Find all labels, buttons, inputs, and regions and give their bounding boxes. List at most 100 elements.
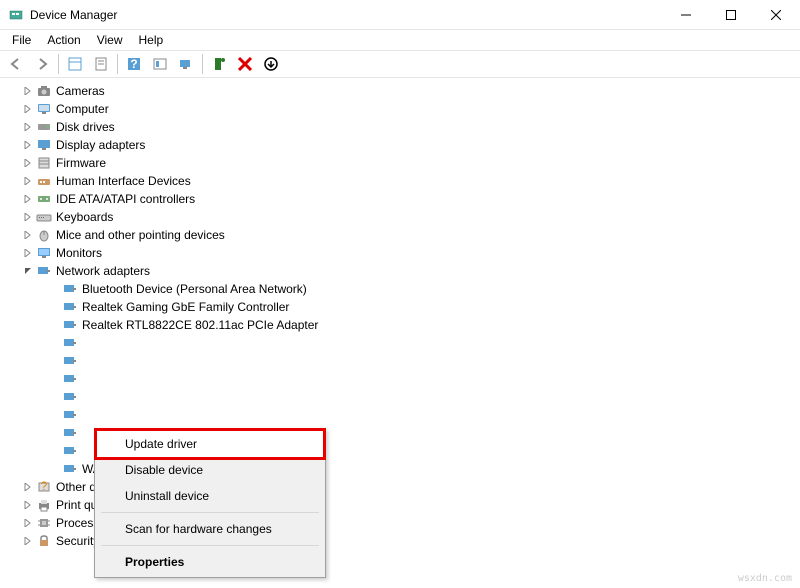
monitor-icon — [36, 245, 52, 261]
app-icon — [8, 7, 24, 23]
menu-file[interactable]: File — [4, 31, 39, 49]
expand-icon[interactable] — [22, 247, 34, 259]
expand-icon[interactable] — [22, 481, 34, 493]
expand-icon[interactable] — [22, 157, 34, 169]
expand-icon[interactable] — [22, 535, 34, 547]
tree-node[interactable] — [0, 352, 800, 370]
minimize-button[interactable] — [663, 0, 708, 29]
tree-node-label: Cameras — [56, 84, 105, 98]
tree-node[interactable] — [0, 334, 800, 352]
tree-node[interactable] — [0, 388, 800, 406]
tree-node[interactable]: Firmware — [0, 154, 800, 172]
tree-node[interactable]: Monitors — [0, 244, 800, 262]
tree-node[interactable]: Computer — [0, 100, 800, 118]
tree-node[interactable]: IDE ATA/ATAPI controllers — [0, 190, 800, 208]
title-bar: Device Manager — [0, 0, 800, 30]
maximize-button[interactable] — [708, 0, 753, 29]
toolbar: ? — [0, 50, 800, 78]
help-button[interactable]: ? — [122, 52, 146, 76]
expand-icon[interactable] — [22, 85, 34, 97]
expand-icon[interactable] — [22, 175, 34, 187]
tree-node[interactable]: Realtek RTL8822CE 802.11ac PCIe Adapter — [0, 316, 800, 334]
menu-view[interactable]: View — [89, 31, 131, 49]
menu-disable-device[interactable]: Disable device — [97, 457, 323, 483]
enable-button[interactable] — [207, 52, 231, 76]
expand-icon[interactable] — [22, 229, 34, 241]
expand-icon — [48, 301, 60, 313]
expand-icon — [48, 319, 60, 331]
expand-icon[interactable] — [22, 139, 34, 151]
tree-node-label: Human Interface Devices — [56, 174, 191, 188]
show-hide-tree-button[interactable] — [63, 52, 87, 76]
hid-icon — [36, 173, 52, 189]
expand-icon — [48, 445, 60, 457]
computer-icon — [36, 101, 52, 117]
tree-node[interactable]: Bluetooth Device (Personal Area Network) — [0, 280, 800, 298]
update-button[interactable] — [259, 52, 283, 76]
expand-icon — [48, 355, 60, 367]
tree-node-label: Display adapters — [56, 138, 145, 152]
display-icon — [36, 137, 52, 153]
menu-scan-hardware[interactable]: Scan for hardware changes — [97, 516, 323, 542]
toolbar-separator — [117, 54, 118, 74]
netadapter-icon — [62, 425, 78, 441]
svg-text:?: ? — [41, 479, 48, 493]
expand-icon — [48, 463, 60, 475]
menu-help[interactable]: Help — [131, 31, 172, 49]
expand-icon[interactable] — [22, 211, 34, 223]
expand-icon[interactable] — [22, 103, 34, 115]
close-button[interactable] — [753, 0, 798, 29]
printer-icon — [36, 497, 52, 513]
menu-action[interactable]: Action — [39, 31, 88, 49]
back-button[interactable] — [4, 52, 28, 76]
expand-icon[interactable] — [22, 121, 34, 133]
menu-update-driver[interactable]: Update driver — [97, 431, 323, 457]
expand-icon[interactable] — [22, 193, 34, 205]
menu-properties[interactable]: Properties — [97, 549, 323, 575]
tree-node[interactable]: Human Interface Devices — [0, 172, 800, 190]
svg-text:?: ? — [130, 57, 137, 71]
tree-node[interactable] — [0, 406, 800, 424]
tree-node-label: Network adapters — [56, 264, 150, 278]
window-title: Device Manager — [30, 8, 663, 22]
tree-node-label: Realtek Gaming GbE Family Controller — [82, 300, 289, 314]
tree-node[interactable] — [0, 370, 800, 388]
menu-uninstall-device[interactable]: Uninstall device — [97, 483, 323, 509]
tree-node[interactable]: Realtek Gaming GbE Family Controller — [0, 298, 800, 316]
tree-node[interactable]: Display adapters — [0, 136, 800, 154]
netadapter-icon — [62, 407, 78, 423]
properties-button[interactable] — [89, 52, 113, 76]
window-controls — [663, 0, 798, 29]
tree-node-label: Realtek RTL8822CE 802.11ac PCIe Adapter — [82, 318, 318, 332]
tree-node[interactable]: Cameras — [0, 82, 800, 100]
expand-icon[interactable] — [22, 517, 34, 529]
toolbar-separator — [58, 54, 59, 74]
network-icon — [36, 263, 52, 279]
context-menu: Update driver Disable device Uninstall d… — [94, 428, 326, 578]
uninstall-button[interactable] — [233, 52, 257, 76]
tree-node[interactable]: Disk drives — [0, 118, 800, 136]
expand-icon — [48, 283, 60, 295]
netadapter-icon — [62, 299, 78, 315]
scan-button[interactable] — [174, 52, 198, 76]
tree-node[interactable]: Network adapters — [0, 262, 800, 280]
tree-node[interactable]: Keyboards — [0, 208, 800, 226]
collapse-icon[interactable] — [22, 265, 34, 277]
other-icon: ? — [36, 479, 52, 495]
tree-node-label: Keyboards — [56, 210, 113, 224]
netadapter-icon — [62, 389, 78, 405]
menu-bar: File Action View Help — [0, 30, 800, 50]
tree-node-label: Disk drives — [56, 120, 115, 134]
content-area: Cameras Computer Disk drives Display adapte… — [0, 78, 800, 588]
netadapter-icon — [62, 371, 78, 387]
forward-button[interactable] — [30, 52, 54, 76]
tree-node[interactable]: Mice and other pointing devices — [0, 226, 800, 244]
firmware-icon — [36, 155, 52, 171]
watermark: wsxdn.com — [738, 573, 792, 584]
menu-separator — [101, 512, 319, 513]
netadapter-icon — [62, 281, 78, 297]
action-button[interactable] — [148, 52, 172, 76]
expand-icon[interactable] — [22, 499, 34, 511]
netadapter-icon — [62, 317, 78, 333]
netadapter-icon — [62, 461, 78, 477]
